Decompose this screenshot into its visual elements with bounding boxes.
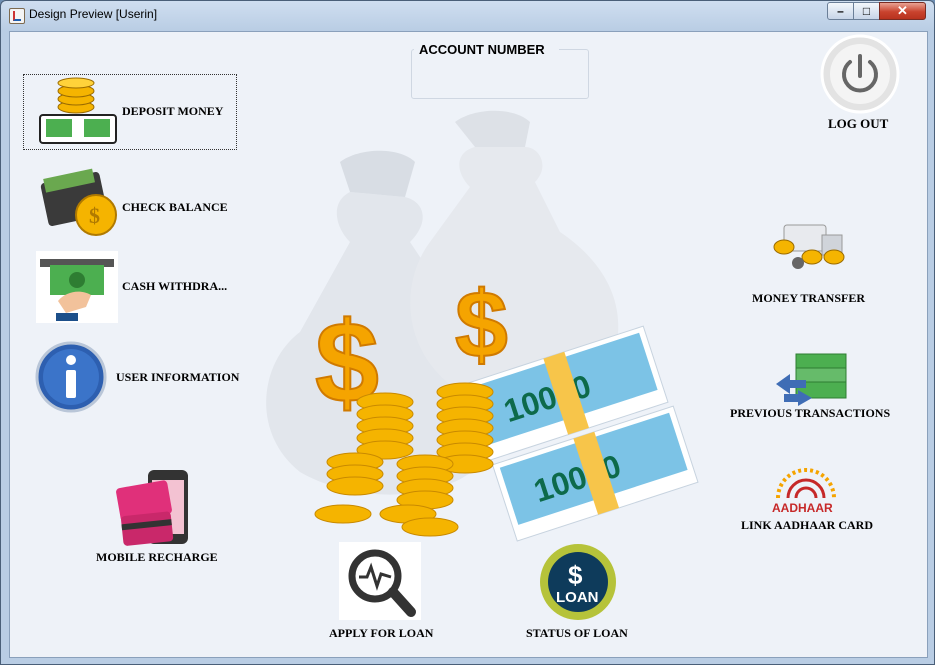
money-bags-illustration: $ $ 10000 10000 xyxy=(266,110,699,542)
power-icon xyxy=(820,34,900,114)
mobile-recharge-label: MOBILE RECHARGE xyxy=(96,550,218,564)
user-information-button[interactable]: USER INFORMATION xyxy=(34,340,244,414)
status-of-loan-label: STATUS OF LOAN xyxy=(526,626,628,640)
deposit-money-label: DEPOSIT MONEY xyxy=(122,104,224,118)
minimize-icon: – xyxy=(837,4,844,18)
user-information-label: USER INFORMATION xyxy=(116,370,240,384)
dollar-sign-right: $ xyxy=(455,272,508,378)
svg-text:$: $ xyxy=(89,203,100,228)
info-icon xyxy=(35,341,107,413)
status-of-loan-button[interactable]: $ LOAN STATUS OF LOAN xyxy=(522,542,634,646)
close-button[interactable]: ✕ xyxy=(879,2,926,20)
money-truck-icon xyxy=(773,224,845,269)
apply-for-loan-button[interactable]: APPLY FOR LOAN xyxy=(326,542,436,646)
money-transfer-button[interactable]: MONEY TRANSFER xyxy=(750,217,880,307)
money-bag-right-top xyxy=(455,110,530,147)
title-bar[interactable]: Design Preview [Userin] – □ ✕ xyxy=(1,1,934,29)
logout-button[interactable]: LOG OUT xyxy=(818,32,904,132)
cash-withdraw-button[interactable]: CASH WITHDRA... xyxy=(36,251,236,323)
main-panel: $ $ 10000 10000 ACCOUNT NUMBER DEPOSIT M… xyxy=(9,31,928,658)
aadhaar-logo-icon: AADHAAR xyxy=(772,468,836,515)
maximize-button[interactable]: □ xyxy=(853,2,880,20)
app-window: Design Preview [Userin] – □ ✕ $ $ 10000 xyxy=(0,0,935,665)
money-transfer-label: MONEY TRANSFER xyxy=(752,291,866,305)
window-title: Design Preview [Userin] xyxy=(29,7,158,21)
previous-transactions-label: PREVIOUS TRANSACTIONS xyxy=(730,406,891,420)
loan-badge-icon: $ LOAN xyxy=(540,544,616,620)
maximize-icon: □ xyxy=(862,4,871,18)
atm-withdraw-icon xyxy=(36,251,118,323)
java-app-icon xyxy=(9,8,25,24)
loan-badge-text: LOAN xyxy=(556,589,599,606)
deposit-money-button[interactable]: DEPOSIT MONEY xyxy=(24,74,236,150)
apply-for-loan-label: APPLY FOR LOAN xyxy=(329,626,434,640)
cash-stack-icon xyxy=(39,77,117,144)
phone-card-icon xyxy=(116,470,188,546)
close-icon: ✕ xyxy=(897,3,908,18)
check-balance-label: CHECK BALANCE xyxy=(122,200,228,214)
logout-label: LOG OUT xyxy=(828,116,889,131)
minimize-button[interactable]: – xyxy=(827,2,854,20)
transaction-arrows-icon xyxy=(776,353,847,406)
aadhaar-logo-text: AADHAAR xyxy=(772,501,833,515)
loan-search-icon xyxy=(339,542,421,620)
cash-withdraw-label: CASH WITHDRA... xyxy=(122,279,228,293)
link-aadhaar-button[interactable]: AADHAAR LINK AADHAAR CARD xyxy=(738,460,878,536)
money-bag-left-top xyxy=(340,150,415,197)
wallet-coin-icon: $ xyxy=(40,168,117,236)
check-balance-button[interactable]: $ CHECK BALANCE xyxy=(38,167,238,243)
link-aadhaar-label: LINK AADHAAR CARD xyxy=(741,518,874,532)
account-number-label: ACCOUNT NUMBER xyxy=(419,42,545,57)
loan-dollar-glyph: $ xyxy=(568,560,583,590)
mobile-recharge-button[interactable]: MOBILE RECHARGE xyxy=(96,468,218,568)
previous-transactions-button[interactable]: PREVIOUS TRANSACTIONS xyxy=(728,350,898,422)
